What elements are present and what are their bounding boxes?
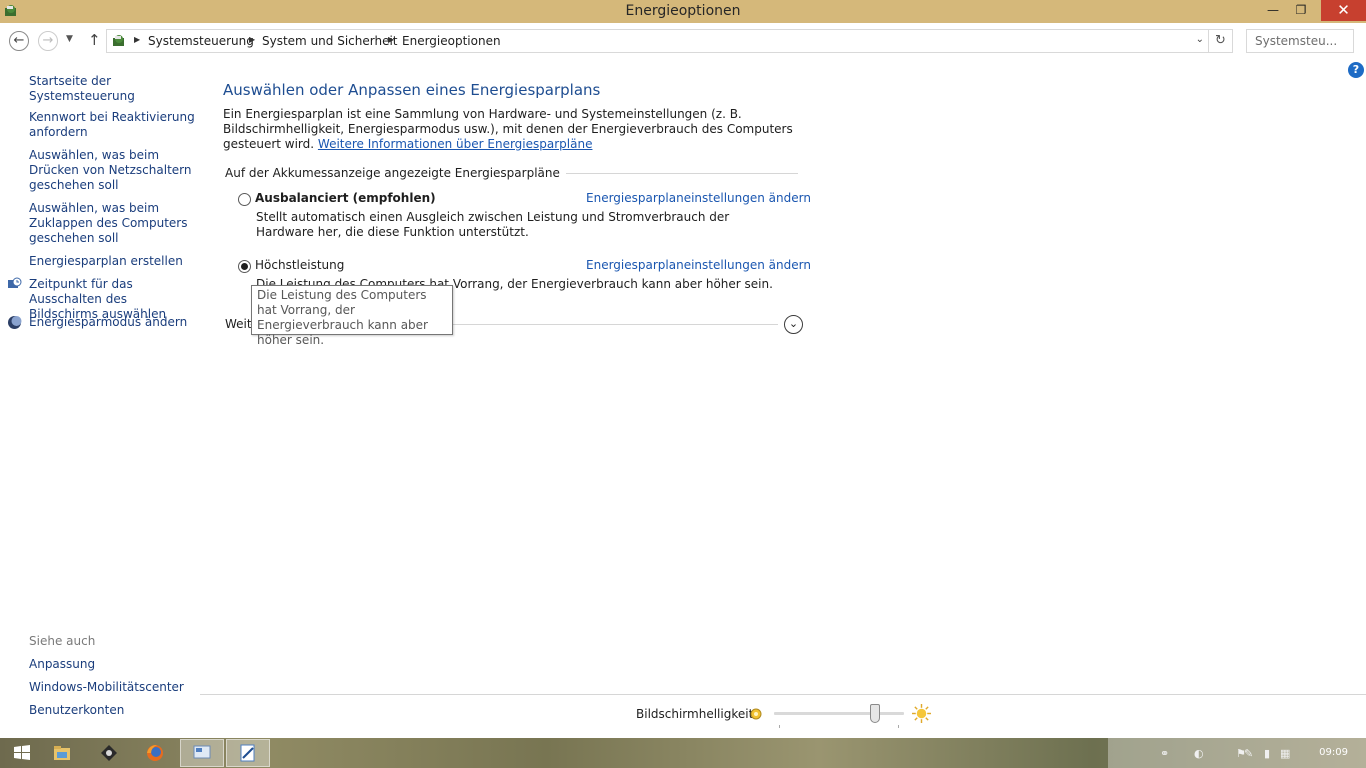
taskbar: ⚭ ◐ ✎ ▮ ⚑ ▦ 09:09 xyxy=(0,738,1366,768)
plan-settings-link-balanced[interactable]: Energiesparplaneinstellungen ändern xyxy=(586,191,811,205)
plan-tooltip: Die Leistung des Computers hat Vorrang, … xyxy=(251,285,453,347)
intro-text: Ein Energiesparplan ist eine Sammlung vo… xyxy=(223,107,798,152)
flag-icon[interactable]: ⚑ xyxy=(1236,747,1246,760)
brightness-label: Bildschirmhelligkeit: xyxy=(636,707,758,721)
taskbar-app-2[interactable] xyxy=(226,739,270,767)
sleep-moon-icon xyxy=(8,316,22,329)
help-icon: ? xyxy=(1352,63,1360,76)
breadcrumb-separator-icon[interactable]: ▶ xyxy=(388,35,394,44)
slider-tick xyxy=(779,725,780,728)
back-button[interactable]: ← xyxy=(9,31,29,51)
taskbar-app-1[interactable] xyxy=(87,739,131,767)
arrow-right-icon: → xyxy=(42,33,54,48)
pen-document-icon xyxy=(240,744,255,762)
arrow-left-icon: ← xyxy=(13,33,25,48)
title-bar: Energieoptionen — ❐ ✕ xyxy=(0,0,1366,23)
control-panel-icon xyxy=(113,35,124,46)
breadcrumb-energieoptionen[interactable]: Energieoptionen xyxy=(402,34,501,48)
sidebar-link-password-on-wake[interactable]: Kennwort bei Reaktivierung anfordern xyxy=(29,110,199,140)
plan-radio-balanced[interactable] xyxy=(238,193,251,206)
plan-name-balanced[interactable]: Ausbalanciert (empfohlen) xyxy=(255,191,436,205)
brightness-low-icon xyxy=(750,708,762,720)
sidebar-link-lid-close[interactable]: Auswählen, was beim Zuklappen des Comput… xyxy=(29,201,199,246)
window-title: Energieoptionen xyxy=(625,3,741,19)
navigation-bar: ← → ▼ ↑ ▶ Systemsteuerung ▶ System und S… xyxy=(0,23,1366,59)
plan-radio-high-performance[interactable] xyxy=(238,260,251,273)
forward-button[interactable]: → xyxy=(38,31,58,51)
sidebar-link-create-plan[interactable]: Energiesparplan erstellen xyxy=(29,254,199,269)
plan-description-balanced: Stellt automatisch einen Ausgleich zwisc… xyxy=(256,210,730,239)
tray-app-icon[interactable]: ◐ xyxy=(1194,747,1204,760)
sidebar-link-home[interactable]: Startseite der Systemsteuerung xyxy=(29,74,199,104)
expand-more-plans-button[interactable]: ⌄ xyxy=(784,315,803,334)
link-icon[interactable]: ⚭ xyxy=(1160,747,1169,760)
breadcrumb-system-und-sicherheit[interactable]: System und Sicherheit xyxy=(262,34,398,48)
maximize-button[interactable]: ❐ xyxy=(1288,0,1314,21)
address-bar[interactable]: ▶ Systemsteuerung ▶ System und Sicherhei… xyxy=(106,29,1209,53)
arrow-up-icon: ↑ xyxy=(88,31,101,49)
refresh-button[interactable]: ↻ xyxy=(1209,29,1233,53)
folder-icon xyxy=(54,746,70,760)
search-input[interactable]: Systemsteu... xyxy=(1246,29,1354,53)
plan-name-high-performance[interactable]: Höchstleistung xyxy=(255,258,344,272)
app-icon xyxy=(101,745,117,761)
see-also-user-accounts[interactable]: Benutzerkonten xyxy=(29,703,199,718)
breadcrumb-systemsteuerung[interactable]: Systemsteuerung xyxy=(148,34,254,48)
brightness-slider-track[interactable] xyxy=(774,712,904,715)
sidebar-link-power-buttons[interactable]: Auswählen, was beim Drücken von Netzscha… xyxy=(29,148,199,193)
brightness-slider-thumb[interactable] xyxy=(870,704,880,723)
taskbar-explorer[interactable] xyxy=(40,739,84,767)
windows-logo-icon xyxy=(14,745,30,760)
close-button[interactable]: ✕ xyxy=(1321,0,1366,21)
control-panel-icon xyxy=(193,745,211,759)
notification-area: ⚭ ◐ ✎ ▮ ⚑ ▦ 09:09 xyxy=(1108,738,1366,768)
minimize-button[interactable]: — xyxy=(1260,0,1286,21)
see-also-personalization[interactable]: Anpassung xyxy=(29,657,199,672)
plans-group-heading: Auf der Akkumessanzeige angezeigte Energ… xyxy=(225,166,566,180)
page-title: Auswählen oder Anpassen eines Energiespa… xyxy=(223,81,601,99)
plan-settings-link-high-performance[interactable]: Energiesparplaneinstellungen ändern xyxy=(586,258,811,272)
display-clock-icon xyxy=(8,277,22,288)
see-also-mobility-center[interactable]: Windows-Mobilitätscenter xyxy=(29,680,199,695)
battery-icon[interactable]: ▮ xyxy=(1264,747,1270,760)
refresh-icon: ↻ xyxy=(1215,33,1226,48)
firefox-icon xyxy=(147,745,163,761)
breadcrumb-separator-icon[interactable]: ▶ xyxy=(134,35,140,44)
more-info-link[interactable]: Weitere Informationen über Energiesparpl… xyxy=(318,137,593,151)
taskbar-control-panel[interactable] xyxy=(180,739,224,767)
brightness-high-icon xyxy=(912,704,931,723)
recent-locations-dropdown[interactable]: ▼ xyxy=(66,34,73,44)
bottom-divider xyxy=(200,694,1366,695)
clock[interactable]: 09:09 xyxy=(1319,747,1348,758)
see-also-heading: Siehe auch xyxy=(29,634,96,648)
network-icon[interactable]: ▦ xyxy=(1280,747,1290,760)
chevron-down-icon: ⌄ xyxy=(788,317,799,330)
slider-tick xyxy=(898,725,899,728)
taskbar-firefox[interactable] xyxy=(133,739,177,767)
up-button[interactable]: ↑ xyxy=(88,31,101,49)
breadcrumb-separator-icon[interactable]: ▶ xyxy=(249,35,255,44)
chevron-down-icon[interactable]: ⌄ xyxy=(1196,34,1204,45)
sidebar-link-sleep[interactable]: Energiesparmodus ändern xyxy=(29,315,199,330)
help-button[interactable]: ? xyxy=(1348,62,1364,78)
start-button[interactable] xyxy=(0,739,44,767)
